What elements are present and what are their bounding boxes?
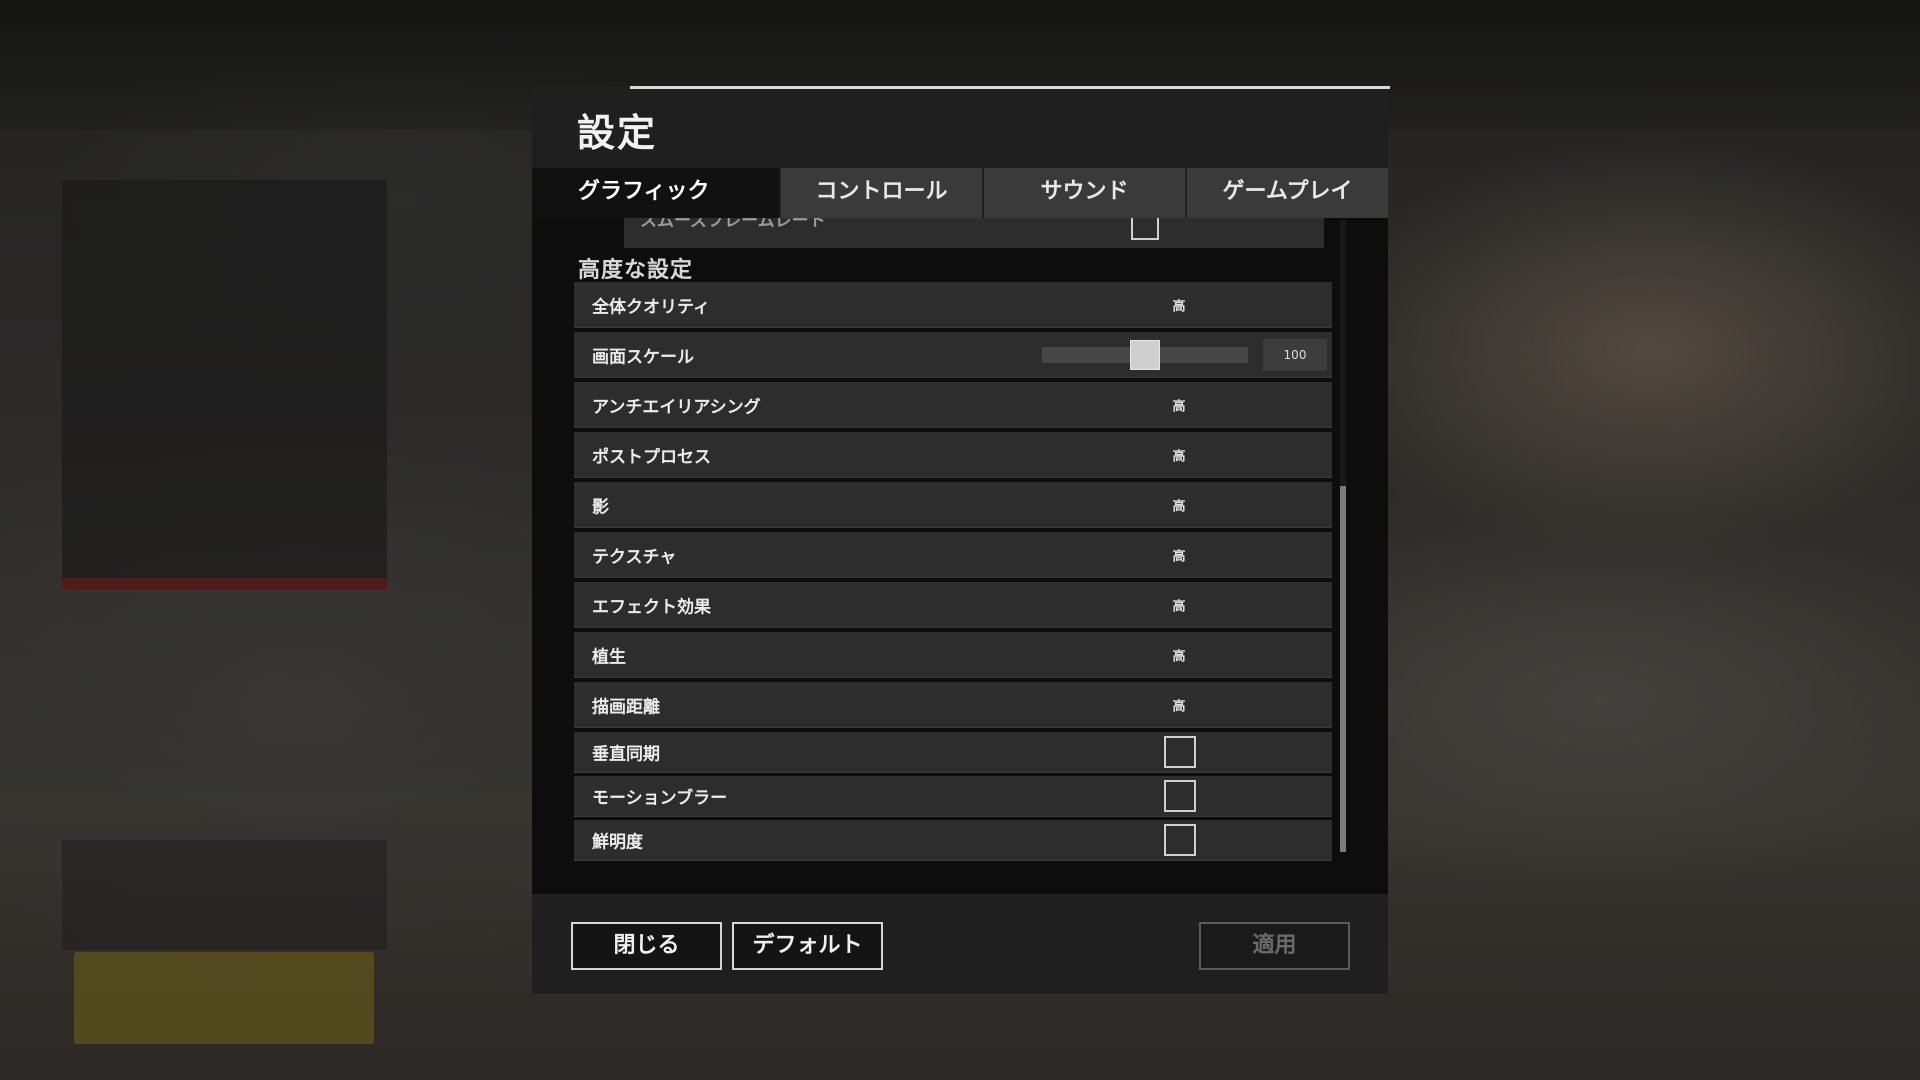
apply-button[interactable]: 適用 [1199, 922, 1350, 970]
setting-row-overall-quality[interactable]: 全体クオリティ 高 [574, 282, 1332, 328]
setting-row-textures[interactable]: テクスチャ 高 [574, 532, 1332, 578]
setting-label: テクスチャ [592, 547, 677, 567]
view-distance-value[interactable]: 高 [1164, 695, 1194, 714]
overall-quality-value[interactable]: 高 [1164, 295, 1194, 314]
settings-dialog: 設定 グラフィック コントロール サウンド ゲームプレイ スムーズフレームレート… [532, 86, 1390, 994]
close-button[interactable]: 閉じる [571, 922, 722, 970]
scrollbar[interactable] [1340, 220, 1346, 852]
tab-bar: グラフィック コントロール サウンド ゲームプレイ [532, 168, 1388, 218]
dialog-footer: 閉じる デフォルト 適用 [532, 894, 1388, 994]
dialog-top-line [630, 86, 1390, 89]
setting-row-smooth-framerate[interactable]: スムーズフレームレート [624, 218, 1324, 248]
setting-label: アンチエイリアシング [592, 397, 761, 417]
textures-value[interactable]: 高 [1164, 545, 1194, 564]
post-process-value[interactable]: 高 [1164, 445, 1194, 464]
tab-graphics[interactable]: グラフィック [532, 168, 779, 218]
tab-sound[interactable]: サウンド [982, 168, 1185, 218]
setting-row-motion-blur[interactable]: モーションブラー [574, 776, 1332, 817]
setting-label: モーションブラー [592, 788, 728, 809]
vsync-checkbox[interactable] [1164, 736, 1196, 768]
setting-row-shadows[interactable]: 影 高 [574, 482, 1332, 528]
setting-row-effects[interactable]: エフェクト効果 高 [574, 582, 1332, 628]
motion-blur-checkbox[interactable] [1164, 780, 1196, 812]
screen-scale-slider-handle[interactable] [1130, 339, 1160, 370]
foliage-value[interactable]: 高 [1164, 645, 1194, 664]
setting-label: 影 [592, 497, 609, 517]
setting-label: 鮮明度 [592, 832, 643, 853]
default-button[interactable]: デフォルト [732, 922, 883, 970]
setting-label: 描画距離 [592, 697, 660, 717]
tab-gameplay[interactable]: ゲームプレイ [1185, 168, 1388, 218]
setting-label: エフェクト効果 [592, 597, 711, 617]
anti-aliasing-value[interactable]: 高 [1164, 395, 1194, 414]
setting-label: ポストプロセス [592, 447, 711, 467]
settings-scroll-area[interactable]: スムーズフレームレート 高度な設定 全体クオリティ 高 画面スケール 100 ア… [532, 218, 1388, 894]
setting-row-view-distance[interactable]: 描画距離 高 [574, 682, 1332, 728]
section-heading-advanced: 高度な設定 [578, 258, 694, 283]
screen-scale-slider[interactable] [1042, 339, 1248, 370]
setting-label: 植生 [592, 647, 626, 667]
setting-row-screen-scale: 画面スケール 100 [574, 332, 1332, 378]
sharpness-checkbox[interactable] [1164, 824, 1196, 856]
setting-row-anti-aliasing[interactable]: アンチエイリアシング 高 [574, 382, 1332, 428]
setting-row-foliage[interactable]: 植生 高 [574, 632, 1332, 678]
shadows-value[interactable]: 高 [1164, 495, 1194, 514]
tab-controls[interactable]: コントロール [779, 168, 982, 218]
smooth-framerate-checkbox[interactable] [1131, 218, 1159, 240]
setting-row-vsync[interactable]: 垂直同期 [574, 732, 1332, 773]
setting-row-post-process[interactable]: ポストプロセス 高 [574, 432, 1332, 478]
setting-row-sharpness[interactable]: 鮮明度 [574, 820, 1332, 861]
setting-label: 全体クオリティ [592, 297, 710, 317]
effects-value[interactable]: 高 [1164, 595, 1194, 614]
screen-scale-value-input[interactable]: 100 [1263, 338, 1327, 371]
setting-label: 画面スケール [592, 347, 694, 367]
setting-label: 垂直同期 [592, 744, 660, 765]
setting-label: スムーズフレームレート [640, 218, 826, 231]
scrollbar-thumb[interactable] [1340, 486, 1346, 852]
settings-list: 全体クオリティ 高 画面スケール 100 アンチエイリアシング 高 ポストプロセ… [574, 282, 1332, 864]
dialog-title: 設定 [577, 111, 658, 155]
